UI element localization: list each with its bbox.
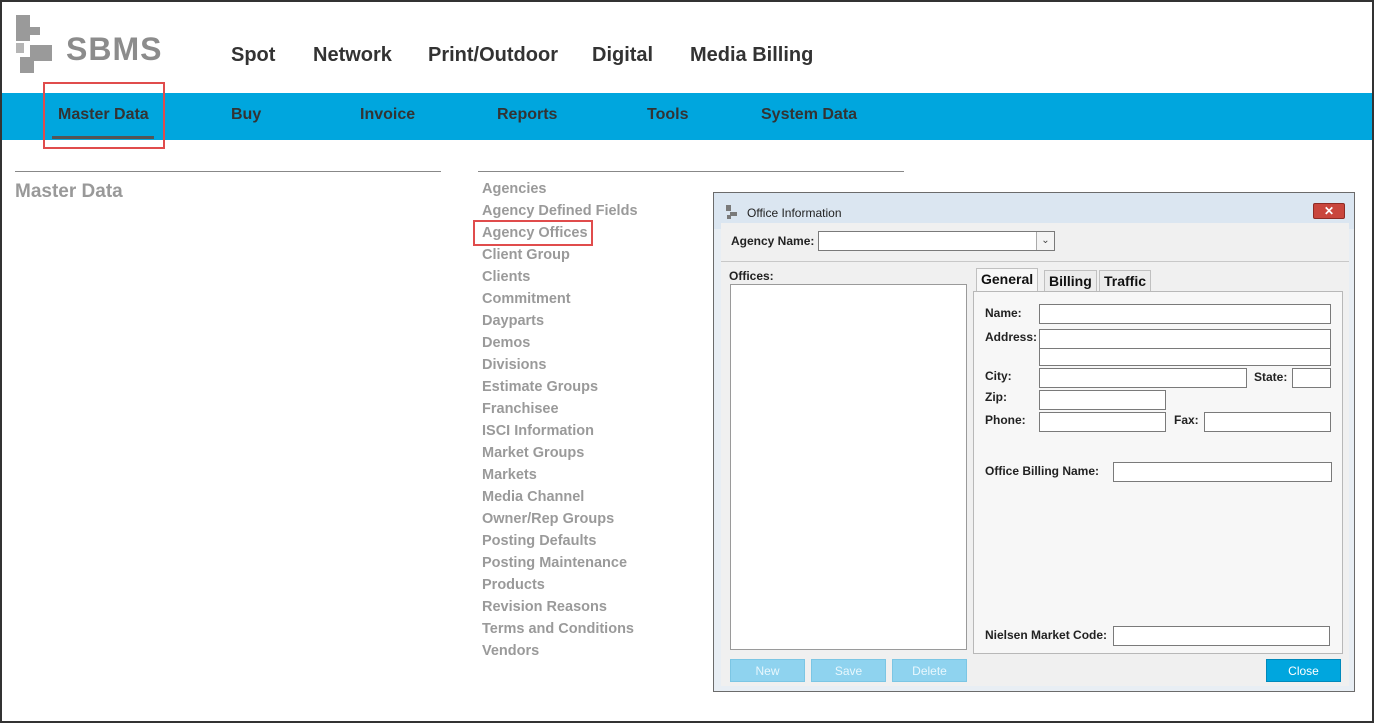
fax-label: Fax: — [1174, 413, 1199, 427]
address-line2-input[interactable] — [1039, 348, 1331, 366]
menu-item-market-groups[interactable]: Market Groups — [482, 445, 584, 461]
menu-item-vendors[interactable]: Vendors — [482, 643, 539, 659]
topnav-media-billing[interactable]: Media Billing — [690, 44, 813, 67]
save-button[interactable]: Save — [811, 659, 886, 682]
subnav-reports[interactable]: Reports — [497, 106, 557, 124]
close-button[interactable]: Close — [1266, 659, 1341, 682]
state-input[interactable] — [1292, 368, 1331, 388]
menu-item-demos[interactable]: Demos — [482, 335, 530, 351]
menu-item-terms-and-conditions[interactable]: Terms and Conditions — [482, 621, 634, 637]
name-input[interactable] — [1039, 304, 1331, 324]
menu-item-clients[interactable]: Clients — [482, 269, 530, 285]
city-input[interactable] — [1039, 368, 1247, 388]
general-tab-panel: Name: Address: City: State: Zip: Phone: … — [973, 291, 1343, 654]
nielsen-market-code-label: Nielsen Market Code: — [985, 628, 1108, 642]
address-label: Address: — [985, 330, 1038, 344]
menu-item-owner-rep-groups[interactable]: Owner/Rep Groups — [482, 511, 614, 527]
menu-item-posting-defaults[interactable]: Posting Defaults — [482, 533, 596, 549]
tab-traffic-label: Traffic — [1104, 273, 1147, 289]
menu-item-estimate-groups[interactable]: Estimate Groups — [482, 379, 598, 395]
offices-listbox[interactable] — [730, 284, 967, 650]
dialog-separator — [721, 261, 1349, 262]
sbms-logo[interactable]: SBMS — [16, 15, 166, 75]
logo-mark-icon — [16, 15, 52, 73]
highlight-box-agency-offices — [473, 220, 593, 246]
offices-label: Offices: — [729, 269, 774, 283]
menu-item-dayparts[interactable]: Dayparts — [482, 313, 544, 329]
subnav-buy[interactable]: Buy — [231, 106, 261, 124]
logo-text: SBMS — [66, 31, 163, 67]
menu-item-agencies[interactable]: Agencies — [482, 181, 546, 197]
topnav-network[interactable]: Network — [313, 44, 392, 67]
highlight-box-master-data — [43, 82, 165, 149]
fax-input[interactable] — [1204, 412, 1331, 432]
subnav-system-data[interactable]: System Data — [761, 106, 857, 124]
divider-left — [15, 171, 441, 172]
dialog-body: Agency Name: ⌄ Offices: General Billing … — [721, 223, 1349, 686]
close-icon[interactable]: ✕ — [1313, 203, 1345, 219]
menu-item-products[interactable]: Products — [482, 577, 545, 593]
address-line1-input[interactable] — [1039, 329, 1331, 349]
city-label: City: — [985, 369, 1012, 383]
menu-item-client-group[interactable]: Client Group — [482, 247, 570, 263]
tab-billing-label: Billing — [1049, 273, 1092, 289]
menu-item-media-channel[interactable]: Media Channel — [482, 489, 584, 505]
menu-item-commitment[interactable]: Commitment — [482, 291, 571, 307]
subnav-invoice[interactable]: Invoice — [360, 106, 415, 124]
menu-item-posting-maintenance[interactable]: Posting Maintenance — [482, 555, 627, 571]
office-billing-name-input[interactable] — [1113, 462, 1332, 482]
divider-right — [478, 171, 904, 172]
topnav-print-outdoor[interactable]: Print/Outdoor — [428, 44, 558, 67]
menu-item-franchisee[interactable]: Franchisee — [482, 401, 559, 417]
menu-item-revision-reasons[interactable]: Revision Reasons — [482, 599, 607, 615]
tab-traffic[interactable]: Traffic — [1099, 270, 1152, 292]
nielsen-market-code-input[interactable] — [1113, 626, 1330, 646]
app-icon — [726, 205, 737, 219]
agency-name-select[interactable]: ⌄ — [818, 231, 1055, 251]
zip-input[interactable] — [1039, 390, 1166, 410]
delete-button[interactable]: Delete — [892, 659, 967, 682]
subnav-tools[interactable]: Tools — [647, 106, 688, 124]
dialog-title: Office Information — [747, 206, 842, 220]
menu-item-divisions[interactable]: Divisions — [482, 357, 546, 373]
topnav-digital[interactable]: Digital — [592, 44, 653, 67]
section-title: Master Data — [15, 181, 123, 202]
tab-billing[interactable]: Billing — [1044, 270, 1097, 292]
topnav-spot[interactable]: Spot — [231, 44, 275, 67]
menu-item-isci-information[interactable]: ISCI Information — [482, 423, 594, 439]
chevron-down-icon[interactable]: ⌄ — [1036, 232, 1054, 250]
agency-name-label: Agency Name: — [731, 234, 815, 248]
office-billing-name-label: Office Billing Name: — [985, 464, 1100, 478]
zip-label: Zip: — [985, 390, 1007, 404]
menu-item-markets[interactable]: Markets — [482, 467, 537, 483]
office-information-dialog: Office Information ✕ Agency Name: ⌄ Offi… — [713, 192, 1355, 692]
tab-general[interactable]: General — [976, 268, 1039, 292]
phone-label: Phone: — [985, 413, 1026, 427]
new-button[interactable]: New — [730, 659, 805, 682]
phone-input[interactable] — [1039, 412, 1166, 432]
name-label: Name: — [985, 306, 1022, 320]
state-label: State: — [1254, 370, 1288, 384]
tab-general-label: General — [981, 271, 1034, 287]
menu-item-agency-defined-fields[interactable]: Agency Defined Fields — [482, 203, 638, 219]
